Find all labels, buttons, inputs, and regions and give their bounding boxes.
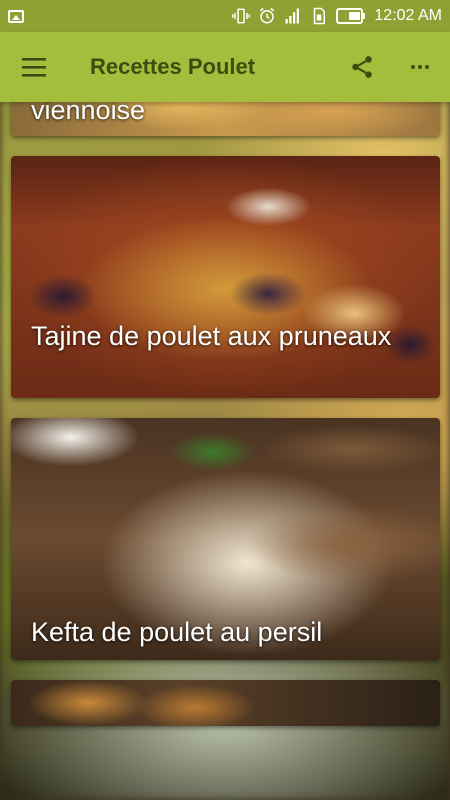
recipe-card-partial[interactable] [11,680,440,726]
share-button[interactable] [334,32,390,102]
status-bar: 12:02 AM [0,0,450,32]
menu-button[interactable] [0,32,70,102]
battery-icon [336,8,366,24]
app-title: Recettes Poulet [90,54,256,79]
status-time: 12:02 AM [374,7,442,24]
share-icon [352,56,372,78]
sim-icon [314,7,326,25]
recipe-card-tajine-poulet-pruneaux[interactable]: Tajine de poulet aux pruneaux [11,156,440,398]
recipe-card-kefta-poulet-persil[interactable]: Kefta de poulet au persil [11,418,440,660]
recipe-title: Kefta de poulet au persil [31,617,323,647]
alarm-icon [260,7,275,24]
more-vert-icon [411,65,429,69]
image-icon [8,9,24,23]
signal-icon [285,8,300,24]
menu-icon [22,58,46,77]
recipe-title: Tajine de poulet aux pruneaux [31,321,392,351]
app-bar: Recettes Poulet [0,32,450,102]
more-options-button[interactable] [390,32,450,102]
vibrate-icon [232,8,251,24]
